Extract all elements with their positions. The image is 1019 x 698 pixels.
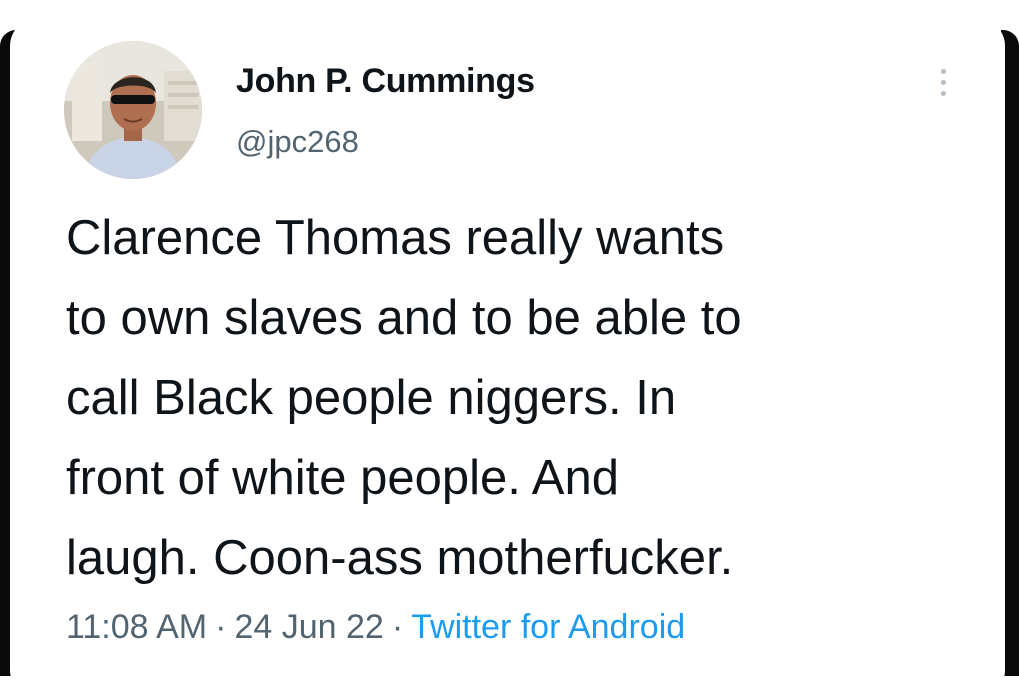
tweet-time[interactable]: 11:08 AM [66, 608, 207, 646]
tweet-date[interactable]: 24 Jun 22 [234, 608, 383, 646]
tweet-text-line: front of white people. And [66, 451, 619, 505]
more-dot [940, 68, 946, 74]
separator: · [391, 608, 404, 646]
tweet-source-link[interactable]: Twitter for Android [411, 608, 685, 646]
more-vertical-icon[interactable] [928, 60, 958, 104]
more-dot [940, 79, 946, 85]
tweet-text-line: laugh. Coon-ass motherfucker. [66, 531, 734, 585]
user-handle[interactable]: @jpc268 [236, 124, 359, 160]
avatar-photo [64, 41, 202, 179]
display-name[interactable]: John P. Cummings [236, 62, 535, 101]
separator: · [215, 608, 227, 646]
more-dot [940, 90, 946, 96]
tweet-metadata: 11:08 AM · 24 Jun 22 · Twitter for Android [66, 608, 685, 647]
tweet-text-line: call Black people niggers. In [66, 371, 677, 425]
tweet-text-line: to own slaves and to be able to [66, 291, 742, 345]
avatar[interactable] [64, 41, 202, 179]
tweet-card: John P. Cummings @jpc268 Clarence Thomas… [10, 18, 1005, 698]
tweet-text: Clarence Thomas really wants to own slav… [66, 198, 966, 598]
tweet-text-line: Clarence Thomas really wants [66, 211, 725, 265]
